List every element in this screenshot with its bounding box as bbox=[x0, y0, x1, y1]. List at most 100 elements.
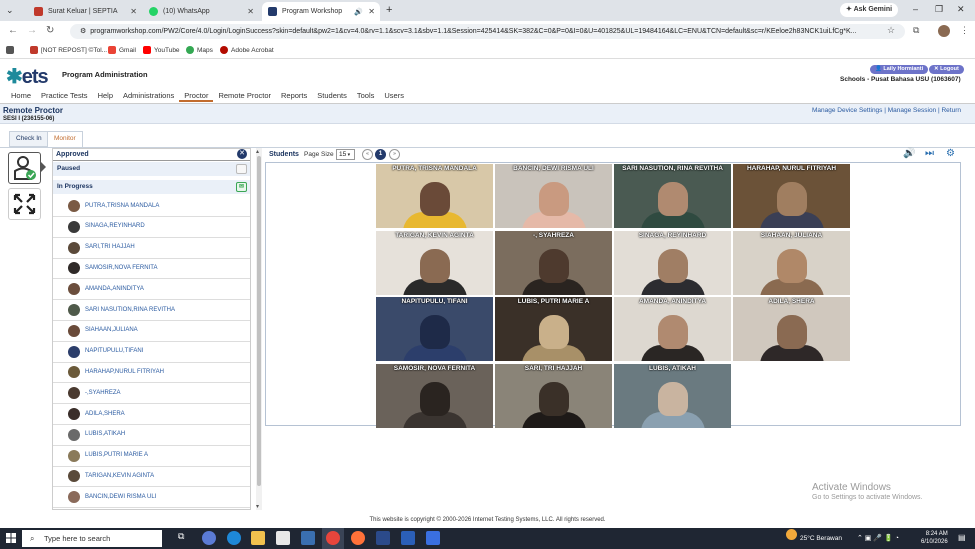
close-tab-icon[interactable]: ✕ bbox=[247, 7, 254, 16]
browser-menu-icon[interactable]: ⋮ bbox=[960, 25, 969, 36]
student-name-link[interactable]: -,SYAHREZA bbox=[85, 390, 175, 397]
paused-message-icon[interactable] bbox=[236, 164, 247, 174]
ask-gemini-button[interactable]: ✦ Ask Gemini bbox=[840, 3, 899, 17]
tab-monitor[interactable]: Monitor bbox=[47, 131, 83, 147]
settings-gear-icon[interactable]: ⚙ bbox=[946, 148, 955, 159]
chrome-icon[interactable] bbox=[326, 531, 340, 545]
tray-icons[interactable]: ⌃ ▣ 🎤 🔋 ◔ bbox=[857, 534, 899, 542]
browser-tab-program-workshop[interactable]: Program Workshop 🔊 ✕ bbox=[262, 2, 380, 21]
site-info-icon[interactable]: ⚙ bbox=[80, 28, 86, 35]
weather-text[interactable]: 25°C Berawan bbox=[800, 535, 842, 542]
clock[interactable]: 8:24 AM 6/10/2026 bbox=[921, 530, 948, 546]
page-size-select[interactable]: 15 ▾ bbox=[336, 149, 355, 160]
student-list-item[interactable]: AMANDA,ANINDITYA bbox=[53, 279, 250, 301]
webcam-tile[interactable]: SARI NASUTION, RINA REVITHA bbox=[614, 164, 731, 228]
close-window-icon[interactable]: ✕ bbox=[957, 4, 965, 15]
photos-icon[interactable] bbox=[301, 531, 315, 545]
maximize-icon[interactable]: ❐ bbox=[935, 4, 943, 15]
edge-icon[interactable] bbox=[227, 531, 241, 545]
menu-reports[interactable]: Reports bbox=[276, 90, 312, 102]
student-name-link[interactable]: BANCIN,DEWI RISMA ULI bbox=[85, 494, 175, 501]
student-name-link[interactable]: SIAHAAN,JULIANA bbox=[85, 327, 175, 334]
browser-tab-surat[interactable]: Surat Keluar | SEPTIA ✕ bbox=[28, 2, 142, 21]
student-name-link[interactable]: AMANDA,ANINDITYA bbox=[85, 286, 175, 293]
student-list-item[interactable]: BANCIN,DEWI RISMA ULI bbox=[53, 487, 250, 509]
bookmark-acrobat[interactable]: Adobe Acrobat bbox=[220, 46, 274, 54]
student-list-item[interactable]: LUBIS,ATIKAH bbox=[53, 425, 250, 446]
webcam-tile[interactable]: ADILA, SHERA bbox=[733, 297, 850, 361]
user-button[interactable]: 👤 Laily Hormianti bbox=[870, 65, 929, 74]
word-icon[interactable] bbox=[401, 531, 415, 545]
webcam-tile[interactable]: SIAHAAN, JULIANA bbox=[733, 230, 850, 295]
scrollbar-thumb[interactable] bbox=[257, 156, 261, 486]
manage-session-link[interactable]: Manage Session bbox=[888, 107, 936, 114]
student-name-link[interactable]: ADILA,SHERA bbox=[85, 411, 175, 418]
task-view-icon[interactable]: ⧉ bbox=[178, 531, 192, 545]
apps-icon[interactable] bbox=[6, 46, 17, 54]
manage-device-settings-link[interactable]: Manage Device Settings bbox=[812, 107, 882, 114]
next-track-icon[interactable]: ⏭ bbox=[925, 148, 934, 159]
student-list-item[interactable]: HARAHAP,NURUL FITRIYAH bbox=[53, 362, 250, 384]
notifications-icon[interactable]: ▤ bbox=[958, 533, 966, 542]
bookmark-youtube[interactable]: YouTube bbox=[143, 46, 180, 54]
tab-check-in[interactable]: Check In bbox=[9, 131, 49, 147]
student-name-link[interactable]: SARI,TRI HAJJAH bbox=[85, 244, 175, 251]
student-list-item[interactable]: ADILA,SHERA bbox=[53, 404, 250, 425]
scroll-up-icon[interactable]: ▴ bbox=[256, 148, 259, 155]
last-page-icon[interactable]: » bbox=[389, 149, 400, 160]
reload-icon[interactable]: ↻ bbox=[46, 25, 54, 36]
menu-remote-proctor[interactable]: Remote Proctor bbox=[213, 90, 276, 102]
menu-practice-tests[interactable]: Practice Tests bbox=[36, 90, 93, 102]
menu-students[interactable]: Students bbox=[312, 90, 352, 102]
app-icon[interactable] bbox=[376, 531, 390, 545]
student-list-item[interactable]: -,SYAHREZA bbox=[53, 383, 250, 405]
list-scrollbar[interactable] bbox=[256, 148, 262, 510]
first-page-icon[interactable]: « bbox=[362, 149, 373, 160]
student-list-item[interactable]: SIAHAAN,JULIANA bbox=[53, 321, 250, 342]
menu-administrations[interactable]: Administrations bbox=[118, 90, 179, 102]
extensions-icon[interactable]: ⧉ bbox=[913, 25, 919, 36]
mute-icon[interactable]: 🔊 bbox=[354, 8, 363, 16]
student-list-item[interactable]: SINAGA,REYINHARD bbox=[53, 217, 250, 238]
bookmark-maps[interactable]: Maps bbox=[186, 46, 213, 54]
student-name-link[interactable]: LUBIS,ATIKAH bbox=[85, 431, 175, 438]
minimize-icon[interactable]: – bbox=[913, 4, 918, 14]
file-explorer-icon[interactable] bbox=[251, 531, 265, 545]
firefox-icon[interactable] bbox=[351, 531, 365, 545]
forward-icon[interactable]: → bbox=[27, 25, 37, 36]
new-tab-icon[interactable]: + bbox=[386, 4, 392, 16]
student-name-link[interactable]: TARIGAN,KEVIN AGINTA bbox=[85, 473, 175, 480]
webcam-tile[interactable]: -, SYAHREZA bbox=[495, 230, 612, 295]
menu-tools[interactable]: Tools bbox=[352, 90, 380, 102]
webcam-tile[interactable]: SINAGA, REYINHARD bbox=[614, 230, 731, 295]
bookmark-gmail[interactable]: Gmail bbox=[108, 46, 136, 54]
student-list-item[interactable]: SARI NASUTION,RINA REVITHA bbox=[53, 300, 250, 321]
student-list-item[interactable]: LUBIS,PUTRI MARIE A bbox=[53, 446, 250, 467]
copilot-icon[interactable] bbox=[202, 531, 216, 545]
webcam-tile[interactable]: TARIGAN, KEVIN AGINTA bbox=[376, 230, 493, 295]
student-status-button[interactable] bbox=[8, 152, 41, 184]
webcam-tile[interactable]: LUBIS, PUTRI MARIE A bbox=[495, 297, 612, 361]
profile-avatar[interactable] bbox=[938, 25, 950, 37]
menu-proctor[interactable]: Proctor bbox=[179, 90, 214, 102]
menu-users[interactable]: Users bbox=[379, 90, 409, 102]
webcam-tile[interactable]: LUBIS, ATIKAH bbox=[614, 363, 731, 428]
student-name-link[interactable]: SINAGA,REYINHARD bbox=[85, 223, 175, 230]
webcam-tile[interactable]: PUTRA, TRISNA MANDALA bbox=[376, 164, 493, 228]
page-number-button[interactable]: 1 bbox=[375, 149, 386, 160]
webcam-tile[interactable]: SAMOSIR, NOVA FERNITA bbox=[376, 363, 493, 428]
back-icon[interactable]: ← bbox=[8, 25, 18, 36]
webcam-tile[interactable]: SARI, TRI HAJJAH bbox=[495, 363, 612, 428]
menu-home[interactable]: Home bbox=[6, 90, 36, 102]
student-name-link[interactable]: SAMOSIR,NOVA FERNITA bbox=[85, 265, 175, 272]
close-tab-icon[interactable]: ✕ bbox=[130, 7, 137, 16]
bookmark-star-icon[interactable]: ☆ bbox=[887, 25, 895, 36]
menu-help[interactable]: Help bbox=[93, 90, 118, 102]
student-name-link[interactable]: PUTRA,TRISNA MANDALA bbox=[85, 203, 175, 210]
student-name-link[interactable]: SARI NASUTION,RINA REVITHA bbox=[85, 307, 175, 314]
return-link[interactable]: Return bbox=[941, 107, 961, 114]
student-list-item[interactable]: TARIGAN,KEVIN AGINTA bbox=[53, 466, 250, 488]
zoom-icon[interactable] bbox=[426, 531, 440, 545]
student-list-item[interactable]: SARI,TRI HAJJAH bbox=[53, 238, 250, 259]
student-name-link[interactable]: HARAHAP,NURUL FITRIYAH bbox=[85, 369, 175, 376]
